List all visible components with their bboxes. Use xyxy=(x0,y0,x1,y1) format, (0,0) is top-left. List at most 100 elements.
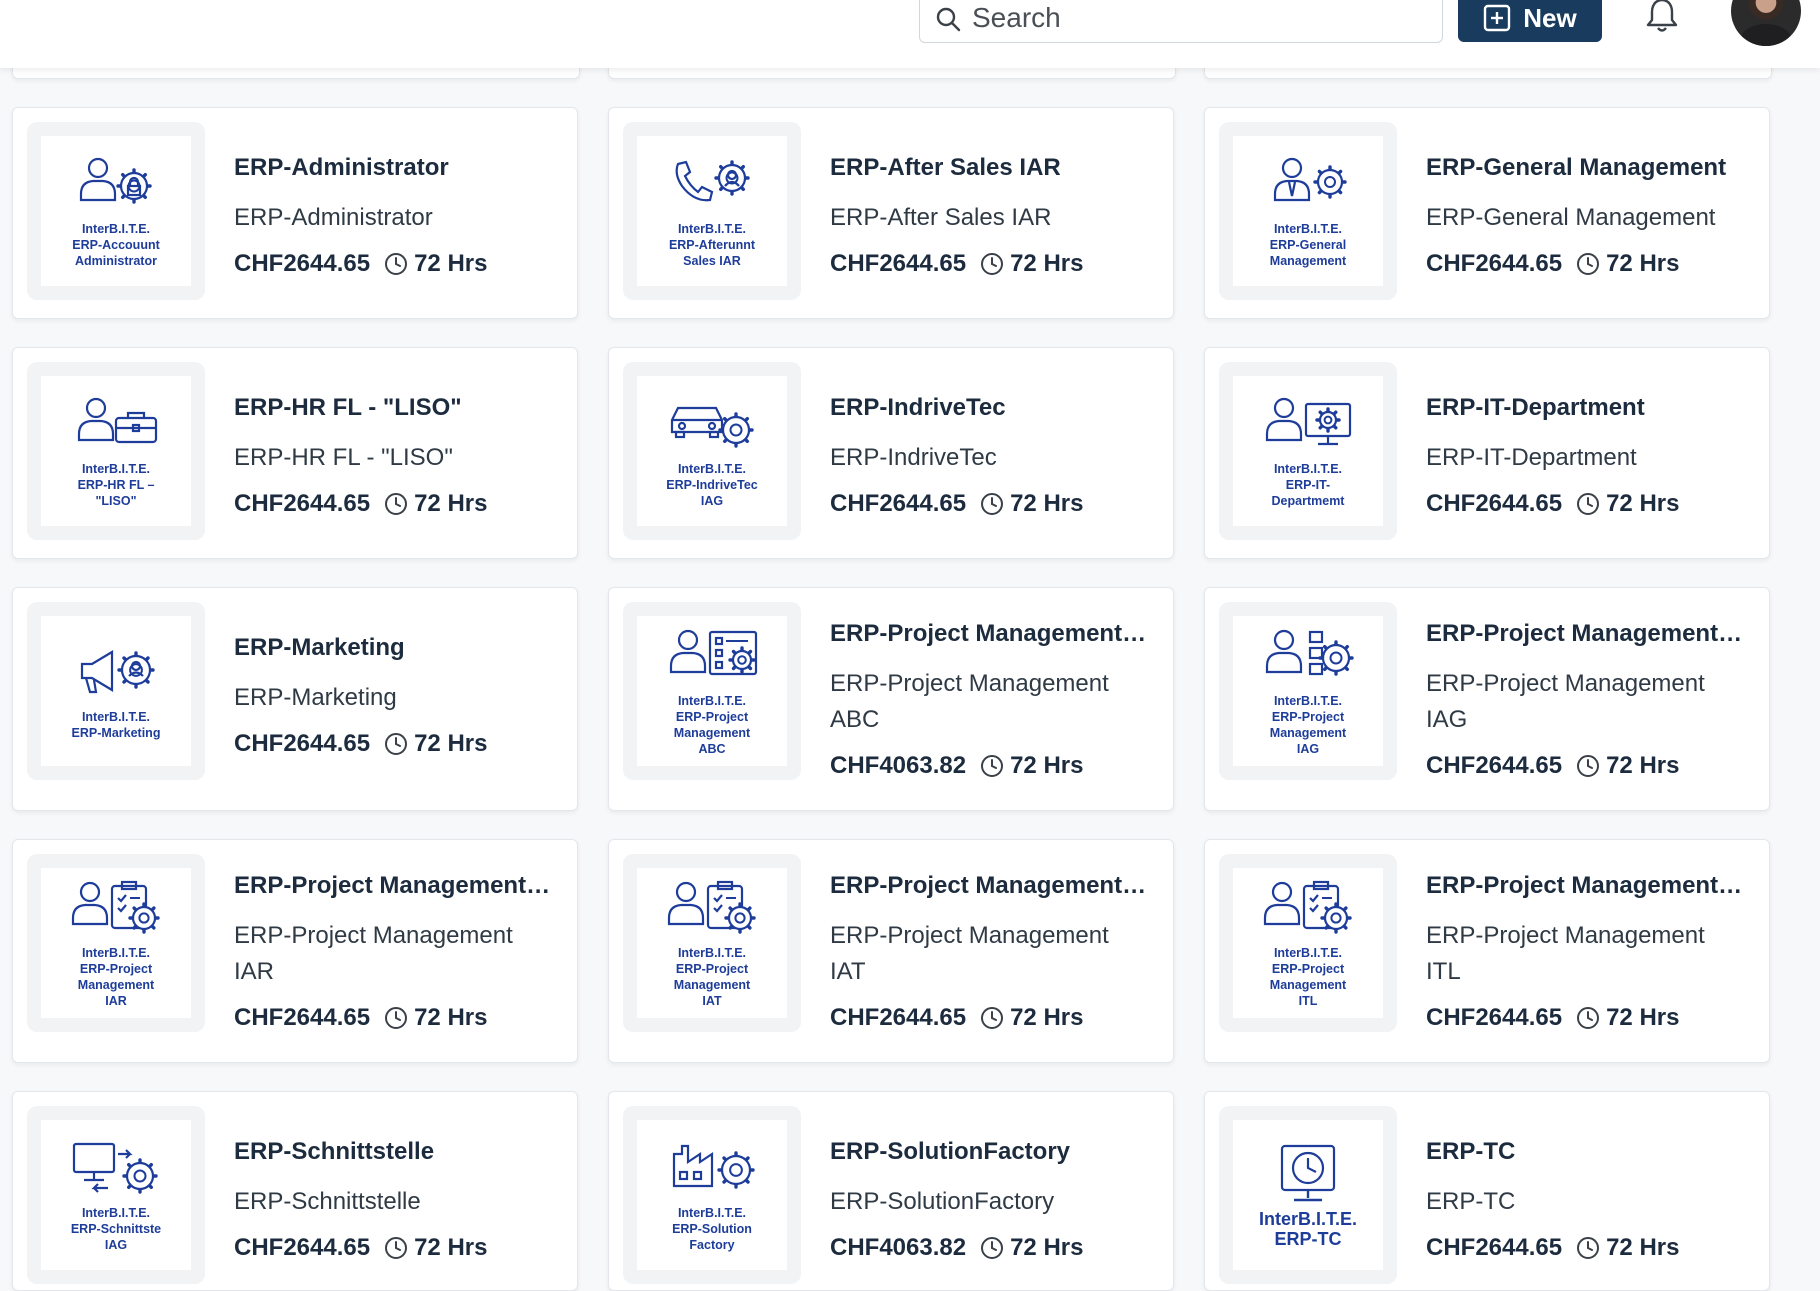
course-thumbnail[interactable]: InterB.I.T.E. ERP-HR FL – "LISO" xyxy=(27,362,205,540)
course-title[interactable]: ERP-After Sales IAR xyxy=(830,154,1161,182)
thumb-caption-line: ABC xyxy=(698,742,726,756)
thumb-caption-line: IAR xyxy=(105,994,127,1008)
course-thumbnail[interactable]: InterB.I.T.E. ERP-Project Management IAR xyxy=(27,854,205,1032)
thumb-caption-line: ITL xyxy=(1298,994,1318,1008)
course-title[interactable]: ERP-Project Management… xyxy=(234,872,565,900)
course-card[interactable]: InterB.I.T.E. ERP-Marketing ERP-Marketing… xyxy=(12,587,578,811)
course-subtitle: ERP-SolutionFactory xyxy=(830,1188,1055,1215)
card-body: ERP-Project Management… ERP-Project Mana… xyxy=(830,620,1161,780)
course-thumbnail[interactable]: InterB.I.T.E. ERP-General Management xyxy=(1219,122,1397,300)
thumb-caption-line: InterB.I.T.E. xyxy=(677,946,747,960)
course-card[interactable]: InterB.I.T.E. ERP-IndriveTec IAG ERP-Indri… xyxy=(608,347,1174,559)
course-title[interactable]: ERP-Marketing xyxy=(234,634,565,662)
thumb-caption-line: IAT xyxy=(702,994,722,1008)
clock-icon xyxy=(1577,253,1600,275)
course-thumbnail[interactable]: InterB.I.T.E. ERP-Solution Factory xyxy=(623,1106,801,1284)
user-clipboard-gear-icon xyxy=(667,880,756,934)
thumb-caption-line: Management xyxy=(673,726,751,740)
course-duration: 72 Hrs xyxy=(1606,490,1680,517)
thumb-caption-line: Departmemt xyxy=(1271,494,1345,508)
thumb-caption-line: ERP-Project xyxy=(1271,962,1345,976)
course-thumbnail[interactable]: InterB.I.T.E. ERP-IT- Departmemt xyxy=(1219,362,1397,540)
thumbnail-caption: InterB.I.T.E. ERP-HR FL – "LISO" xyxy=(46,461,186,509)
course-thumbnail[interactable]: InterB.I.T.E. ERP-Marketing xyxy=(27,602,205,780)
course-meta: CHF2644.65 72 Hrs xyxy=(1426,752,1757,780)
thumb-caption-line: Management xyxy=(1269,978,1347,992)
course-card[interactable]: InterB.I.T.E. ERP-Project Management ITL ER… xyxy=(1204,839,1770,1063)
course-thumbnail[interactable]: InterB.I.T.E. ERP-Afterunnt Sales IAR xyxy=(623,122,801,300)
thumb-caption-line: InterB.I.T.E. xyxy=(81,462,151,476)
card-body: ERP-Project Management… ERP-Project Mana… xyxy=(830,872,1161,1032)
megaphone-gear-icon xyxy=(80,650,155,694)
course-card[interactable]: InterB.I.T.E. ERP-Schnittste IAG ERP-Schni… xyxy=(12,1091,578,1291)
user-lock-gear-icon xyxy=(79,157,152,204)
course-title[interactable]: ERP-Administrator xyxy=(234,154,565,182)
card-body: ERP-Project Management… ERP-Project Mana… xyxy=(234,872,565,1032)
course-title[interactable]: ERP-Project Management… xyxy=(830,620,1161,648)
thumbnail-caption: InterB.I.T.E. ERP-Project Management IAT xyxy=(642,945,782,1009)
course-title[interactable]: ERP-TC xyxy=(1426,1138,1757,1166)
thumbnail-caption: InterB.I.T.E. ERP-Accouunt Administrator xyxy=(46,221,186,269)
course-title[interactable]: ERP-Schnittstelle xyxy=(234,1138,565,1166)
thumbnail-image: InterB.I.T.E. ERP-Project Management IAT xyxy=(637,868,787,1018)
course-card[interactable]: InterB.I.T.E. ERP-IT- Departmemt ERP-IT-De… xyxy=(1204,347,1770,559)
search-input[interactable] xyxy=(970,0,1414,37)
card-body: ERP-Schnittstelle ERP-Schnittstelle CHF2… xyxy=(234,1138,565,1262)
thumbnail-caption: InterB.I.T.E. ERP-Project Management ITL xyxy=(1238,945,1378,1009)
course-title[interactable]: ERP-IT-Department xyxy=(1426,394,1757,422)
course-title[interactable]: ERP-General Management xyxy=(1426,154,1757,182)
card-body: ERP-SolutionFactory ERP-SolutionFactory … xyxy=(830,1138,1161,1262)
course-price: CHF2644.65 xyxy=(234,490,371,517)
thumb-caption-line: ERP-Project xyxy=(79,962,153,976)
course-price: CHF2644.65 xyxy=(830,250,967,277)
course-thumbnail[interactable]: InterB.I.T.E. ERP-IndriveTec IAG xyxy=(623,362,801,540)
course-title[interactable]: ERP-SolutionFactory xyxy=(830,1138,1161,1166)
course-price: CHF2644.65 xyxy=(1426,490,1563,517)
course-thumbnail[interactable]: InterB.I.T.E. ERP-Project Management IAG xyxy=(1219,602,1397,780)
course-thumbnail[interactable]: InterB.I.T.E. ERP-Accouunt Administrator xyxy=(27,122,205,300)
thumb-caption-line: InterB.I.T.E. xyxy=(81,222,151,236)
clock-icon xyxy=(981,253,1004,275)
course-thumbnail[interactable]: InterB.I.T.E. ERP-TC xyxy=(1219,1106,1397,1284)
thumb-caption-line: ERP-Solution xyxy=(672,1222,752,1236)
thumb-caption-line: ERP-Project xyxy=(675,962,749,976)
clock-icon xyxy=(385,493,408,515)
course-card[interactable]: InterB.I.T.E. ERP-TC ERP-TC ERP-TC CHF264… xyxy=(1204,1091,1770,1291)
course-card[interactable]: InterB.I.T.E. ERP-Afterunnt Sales IAR ERP-… xyxy=(608,107,1174,319)
course-card[interactable]: InterB.I.T.E. ERP-General Management ERP-G… xyxy=(1204,107,1770,319)
bell-icon[interactable] xyxy=(1644,0,1680,34)
course-title[interactable]: ERP-Project Management… xyxy=(830,872,1161,900)
new-button[interactable]: New xyxy=(1458,0,1602,42)
course-title[interactable]: ERP-Project Management… xyxy=(1426,872,1757,900)
course-title[interactable]: ERP-Project Management… xyxy=(1426,620,1757,648)
course-thumbnail[interactable]: InterB.I.T.E. ERP-Project Management ITL xyxy=(1219,854,1397,1032)
avatar[interactable] xyxy=(1731,0,1801,46)
course-title[interactable]: ERP-HR FL - "LISO" xyxy=(234,394,565,422)
course-thumbnail[interactable]: InterB.I.T.E. ERP-Project Management IAT xyxy=(623,854,801,1032)
thumbnail-caption: InterB.I.T.E. ERP-Solution Factory xyxy=(642,1205,782,1253)
course-thumbnail[interactable]: InterB.I.T.E. ERP-Project Management ABC xyxy=(623,602,801,780)
course-card[interactable]: InterB.I.T.E. ERP-Solution Factory ERP-Sol… xyxy=(608,1091,1174,1291)
course-meta: CHF2644.65 72 Hrs xyxy=(234,1004,565,1032)
course-subtitle: ERP-Administrator xyxy=(234,204,433,231)
course-duration: 72 Hrs xyxy=(1010,1234,1084,1261)
thumbnail-image: InterB.I.T.E. ERP-Project Management ITL xyxy=(1233,868,1383,1018)
course-duration: 72 Hrs xyxy=(1010,490,1084,517)
course-card[interactable]: InterB.I.T.E. ERP-Project Management IAR ER… xyxy=(12,839,578,1063)
course-card[interactable]: InterB.I.T.E. ERP-HR FL – "LISO" ERP-HR FL… xyxy=(12,347,578,559)
course-card[interactable]: InterB.I.T.E. ERP-Project Management ABC ER… xyxy=(608,587,1174,811)
course-card[interactable]: InterB.I.T.E. ERP-Project Management IAT ER… xyxy=(608,839,1174,1063)
course-card[interactable]: InterB.I.T.E. ERP-Project Management IAG ER… xyxy=(1204,587,1770,811)
thumbnail-image: InterB.I.T.E. ERP-Project Management IAR xyxy=(41,868,191,1018)
course-meta: CHF2644.65 72 Hrs xyxy=(830,1004,1161,1032)
course-subtitle: ERP-Marketing xyxy=(234,684,397,711)
course-title[interactable]: ERP-IndriveTec xyxy=(830,394,1161,422)
course-meta: CHF2644.65 72 Hrs xyxy=(1426,1004,1757,1032)
course-card[interactable]: InterB.I.T.E. ERP-Accouunt Administrator E… xyxy=(12,107,578,319)
top-bar: New xyxy=(0,0,1820,68)
course-thumbnail[interactable]: InterB.I.T.E. ERP-Schnittste IAG xyxy=(27,1106,205,1284)
search-box[interactable] xyxy=(919,0,1443,43)
course-subtitle: ERP-HR FL - "LISO" xyxy=(234,444,453,471)
course-price: CHF2644.65 xyxy=(234,1234,371,1261)
thumb-caption-line: Administrator xyxy=(75,254,157,268)
